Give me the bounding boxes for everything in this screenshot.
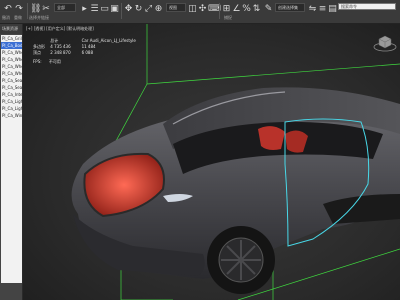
link-icon[interactable]: ⛓ — [30, 3, 41, 15]
list-item[interactable]: Pl_Ca_Light_F — [1, 98, 22, 105]
window-crossing-icon[interactable]: ▣ — [110, 3, 119, 15]
redo-icon[interactable]: ↷ — [14, 3, 24, 15]
seat-left — [258, 126, 285, 150]
coord-system-dropdown[interactable]: 视图 — [166, 3, 186, 12]
pivot-icon[interactable]: ◫ — [188, 3, 197, 15]
undo-icon[interactable]: ↶ — [3, 3, 13, 15]
perspective-viewport[interactable]: [+] [透视] [用户定义] [默认明暗处理] 总计 Car Audi_Aic… — [23, 24, 400, 300]
wheel-spokes — [221, 240, 261, 280]
unlink-icon[interactable]: ✂ — [41, 3, 51, 15]
list-item[interactable]: Pl_Ca_Light_R — [1, 105, 22, 112]
move-icon[interactable]: ✥ — [124, 3, 133, 15]
main-toolbar: ↶ ↷ 撤消 重做 ⛓ ✂ 选择并链接 全部 ▸ ☰ ▭ ▣ ✥ ↻ ⤢ ⊕ 视… — [0, 0, 400, 24]
select-icon[interactable]: ▸ — [80, 3, 89, 15]
list-item[interactable]: Pl_Ca_Wheel_RR — [1, 70, 22, 77]
list-item[interactable]: Pl_Ca_Seat_2 — [1, 84, 22, 91]
layer-icon[interactable]: ▤ — [328, 3, 337, 15]
toolbar-separator — [219, 3, 220, 19]
select-by-name-icon[interactable]: ☰ — [90, 3, 99, 15]
list-item[interactable]: Pl_Ca_Grille_1 — [1, 35, 22, 42]
list-item[interactable]: Pl_Ca_Body — [1, 42, 22, 49]
link-label: 选择并链接 — [29, 15, 49, 20]
stats-header-object: Car Audi_Aicon_LJ_Lifestyle — [81, 38, 136, 43]
list-item[interactable]: Pl_Ca_Wheel_FL — [1, 49, 22, 56]
list-item[interactable]: Pl_Ca_Window — [1, 112, 22, 119]
select-manipulate-icon[interactable]: ✣ — [198, 3, 207, 15]
car-model-render — [71, 24, 400, 300]
rect-select-icon[interactable]: ▭ — [100, 3, 109, 15]
mirror-icon[interactable]: ⇋ — [308, 3, 317, 15]
list-item[interactable]: Pl_Ca_Wheel_FR — [1, 56, 22, 63]
list-item[interactable]: Pl_Ca_Interior — [1, 91, 22, 98]
scene-explorer-list[interactable]: Pl_Ca_Grille_1 Pl_Ca_Body Pl_Ca_Wheel_FL… — [1, 35, 22, 283]
undo-label: 撤消 — [2, 15, 10, 20]
vert-total: 2 348 870 — [50, 50, 71, 55]
scene-explorer-header: 场景资源 — [0, 24, 22, 34]
list-item[interactable]: Pl_Ca_Wheel_RL — [1, 63, 22, 70]
vert-label: 顶点 — [33, 50, 41, 55]
spinner-snap-icon[interactable]: ⇅ — [252, 3, 261, 15]
viewcube-icon[interactable] — [372, 30, 398, 56]
scene-statistics: 总计 Car Audi_Aicon_LJ_Lifestyle 多边形 4 735… — [33, 38, 136, 56]
vert-object: 6 088 — [81, 50, 94, 55]
snap-label: 捕捉 — [224, 15, 232, 20]
toolbar-separator — [121, 3, 122, 19]
scale-icon[interactable]: ⤢ — [144, 3, 153, 15]
fps-readout: FPS: 不可用 — [33, 59, 61, 65]
fps-value: 不可用 — [48, 59, 61, 64]
redo-label: 重做 — [14, 15, 22, 20]
scene-explorer-panel: 场景资源 Pl_Ca_Grille_1 Pl_Ca_Body Pl_Ca_Whe… — [0, 24, 23, 300]
snap-icon[interactable]: ⊞ — [222, 3, 231, 15]
keyboard-shortcut-icon[interactable]: ⌨ — [208, 3, 221, 15]
fps-label: FPS: — [33, 59, 42, 64]
viewport-label[interactable]: [+] [透视] [用户定义] [默认明暗处理] — [26, 26, 94, 32]
poly-object: 11 484 — [81, 44, 96, 49]
rotate-icon[interactable]: ↻ — [134, 3, 143, 15]
align-icon[interactable]: ≡ — [318, 3, 327, 15]
angle-snap-icon[interactable]: ∠ — [232, 3, 241, 15]
edit-named-selection-icon[interactable]: ✎ — [264, 3, 273, 15]
toolbar-separator — [27, 3, 28, 19]
percent-snap-icon[interactable]: % — [242, 3, 251, 15]
place-icon[interactable]: ⊕ — [154, 3, 163, 15]
named-selection-dropdown[interactable]: 创建选择集 — [275, 3, 305, 12]
list-item[interactable]: Pl_Ca_Seat_1 — [1, 77, 22, 84]
selection-filter-dropdown[interactable]: 全部 — [54, 3, 76, 12]
search-input[interactable]: 搜索命令 — [338, 3, 396, 10]
